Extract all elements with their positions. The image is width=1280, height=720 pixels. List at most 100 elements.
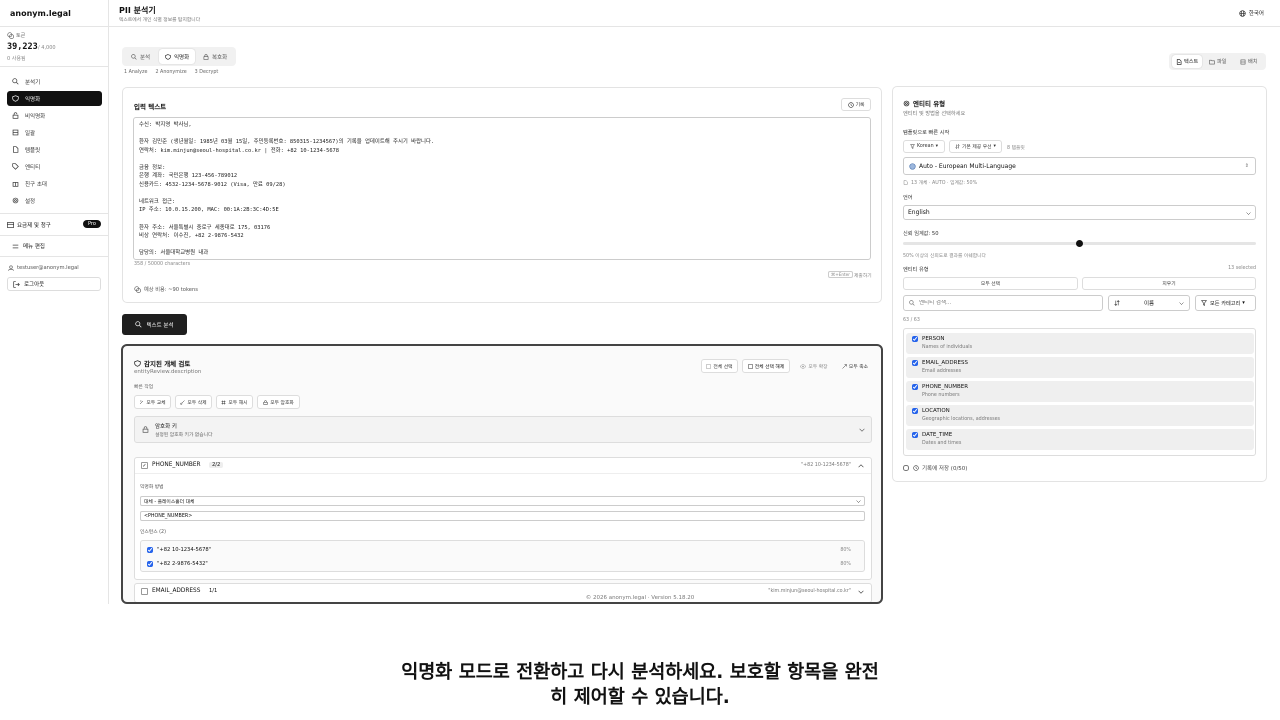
category-select[interactable]: 모든 카테고리 ▾ [1195, 295, 1256, 311]
instance-checkbox[interactable] [147, 547, 153, 553]
hash-icon [221, 400, 226, 404]
encryption-key-section[interactable]: 암호화 키 설정된 암호화 키가 없습니다 [134, 416, 872, 443]
entity-item-desc: Geographic locations, addresses [922, 417, 1001, 422]
sidebar-item-deanonymize[interactable]: 비익명화 [7, 108, 102, 123]
history-label: 기록 [855, 103, 865, 108]
entity-item-phone[interactable]: PHONE_NUMBER Phone numbers [906, 381, 1254, 402]
sidebar-item-batch[interactable]: 일괄 [7, 125, 102, 140]
entity-search[interactable] [903, 295, 1103, 311]
group-checkbox[interactable] [141, 588, 148, 595]
entity-item-location[interactable]: LOCATION Geographic locations, addresses [906, 405, 1254, 426]
encrypt-all-button[interactable]: 모두 암호화 [257, 395, 300, 409]
tab-label: 텍스트 [1184, 59, 1199, 65]
tab-batch[interactable]: 배치 [1236, 55, 1262, 68]
delete-all-button[interactable]: 모두 삭제 [175, 395, 212, 409]
button-label: 모두 확장 [808, 364, 828, 370]
chevron-down-icon [856, 500, 861, 503]
brand-logo[interactable]: anonym.legal [10, 9, 71, 18]
entity-checkbox[interactable] [912, 336, 918, 342]
entity-panel-title: 엔티티 유형 [913, 100, 946, 108]
input-title: 입력 텍스트 [134, 103, 167, 111]
entity-group-header[interactable]: ✓ PHONE_NUMBER 2/2 "+82 10-1234-5678" [135, 458, 871, 474]
save-history-checkbox[interactable] [903, 465, 909, 471]
threshold-slider-thumb[interactable] [1076, 239, 1083, 247]
save-history-row[interactable]: 기록에 저장 (0/50) [903, 464, 967, 472]
entity-item-person[interactable]: PERSON Names of individuals [906, 333, 1254, 354]
tab-text[interactable]: 텍스트 [1172, 55, 1203, 68]
clear-entities-button[interactable]: 지우기 [1082, 277, 1256, 290]
select-all-entities-button[interactable]: 모두 선택 [903, 277, 1078, 290]
input-textarea[interactable]: 수신: 박지영 박사님, 환자 김민준 (생년월일: 1985년 03월 15일… [133, 117, 871, 260]
entity-checkbox[interactable] [912, 408, 918, 414]
lock-icon [203, 53, 209, 60]
replacement-input[interactable]: <PHONE_NUMBER> [140, 511, 865, 521]
preset-select[interactable]: Auto - European Multi-Language ⇕ [903, 157, 1256, 175]
tab-decrypt[interactable]: 복호화 [197, 49, 233, 64]
instance-checkbox[interactable] [147, 561, 153, 567]
select-all-button[interactable]: 전체 선택 [701, 359, 738, 373]
analyze-text-button[interactable]: 텍스트 분석 [122, 314, 187, 335]
sidebar-item-anonymize[interactable]: 익명화 [7, 91, 102, 106]
entity-checkbox[interactable] [912, 432, 918, 438]
step-analyze: 1 Analyze [124, 70, 148, 75]
korean-filter[interactable]: Korean ▾ [903, 140, 945, 153]
history-button[interactable]: 기록 [841, 98, 871, 111]
filter-icon [1201, 300, 1207, 306]
sidebar-item-label: 설정 [25, 198, 36, 205]
group-checkbox[interactable]: ✓ [141, 462, 148, 469]
language-switcher[interactable]: 한국어 [1239, 9, 1264, 17]
scissors-icon [180, 399, 186, 405]
instance-row[interactable]: "+82 10-1234-5678" 80% [147, 545, 859, 555]
save-history-label: 기록에 저장 (0/50) [922, 466, 968, 472]
entity-item-datetime[interactable]: DATE_TIME Dates and times [906, 429, 1254, 450]
menu-edit-button[interactable]: 메뉴 편집 [12, 242, 45, 250]
tab-label: 분석 [140, 54, 151, 61]
search-icon [909, 300, 915, 306]
logout-button[interactable]: 로그아웃 [7, 277, 101, 291]
tab-analyze[interactable]: 분석 [125, 49, 156, 64]
entity-item-email[interactable]: EMAIL_ADDRESS Email addresses [906, 357, 1254, 378]
file-icon [903, 180, 908, 185]
char-count: 358 / 50000 characters [134, 262, 191, 267]
entity-checkbox[interactable] [912, 360, 918, 366]
instance-score: 80% [840, 547, 851, 553]
sort-select[interactable]: 이름 [1108, 295, 1190, 311]
encryption-subtitle: 설정된 암호화 키가 없습니다 [155, 433, 213, 438]
hash-all-button[interactable]: 모두 해시 [216, 395, 253, 409]
replace-all-button[interactable]: 모두 교체 [134, 395, 171, 409]
replace-icon [140, 400, 144, 404]
filter-icon [909, 144, 915, 149]
preset-meta: 13 개체 · AUTO · 임계값: 50% [911, 181, 978, 186]
sidebar-item-settings[interactable]: 설정 [7, 193, 102, 208]
method-select[interactable]: 대체 - 플레이스홀더 대체 [140, 496, 865, 506]
sidebar-item-entities[interactable]: 엔티티 [7, 159, 102, 174]
review-description: entityReview.description [134, 369, 202, 375]
collapse-all-button[interactable]: 모두 축소 [837, 359, 873, 373]
shield-icon [165, 53, 171, 60]
instances-label: 인스턴스 (2) [140, 530, 166, 535]
caption-text: 익명화 모드로 전환하고 다시 분석하세요. 보호할 항목을 완전히 제어할 수… [401, 662, 879, 708]
deselect-all-button[interactable]: 전체 선택 해제 [742, 359, 790, 373]
default-first-filter[interactable]: 기본 제공 우선 ▾ [949, 140, 1002, 153]
sidebar-item-invite[interactable]: 친구 초대 [7, 176, 102, 191]
entity-item-name: PERSON [922, 336, 945, 342]
chevron-down-icon [858, 590, 864, 594]
sidebar-item-templates[interactable]: 템플릿 [7, 142, 102, 157]
sliders-icon [12, 244, 19, 248]
instance-score: 80% [840, 561, 851, 567]
template-count: 8 템플릿 [1007, 146, 1025, 151]
filter-label: Korean [916, 144, 934, 149]
entity-checkbox[interactable] [912, 384, 918, 390]
instance-row[interactable]: "+82 2-9876-5432" 80% [147, 559, 859, 569]
chevron-up-icon [858, 464, 864, 468]
cost-estimate: 예상 비용: ~90 tokens [134, 286, 198, 293]
analyze-label: 텍스트 분석 [146, 322, 174, 329]
expand-all-button[interactable]: 모두 확장 [796, 359, 832, 373]
tab-file[interactable]: 파일 [1205, 55, 1231, 68]
entity-search-input[interactable] [919, 300, 1089, 306]
tab-anonymize[interactable]: 익명화 [159, 49, 196, 64]
sidebar-item-analyzer[interactable]: 분석기 [7, 74, 102, 89]
language-select[interactable]: English [903, 205, 1256, 220]
threshold-slider-track[interactable] [903, 239, 1256, 247]
entity-item-name: DATE_TIME [922, 432, 953, 438]
